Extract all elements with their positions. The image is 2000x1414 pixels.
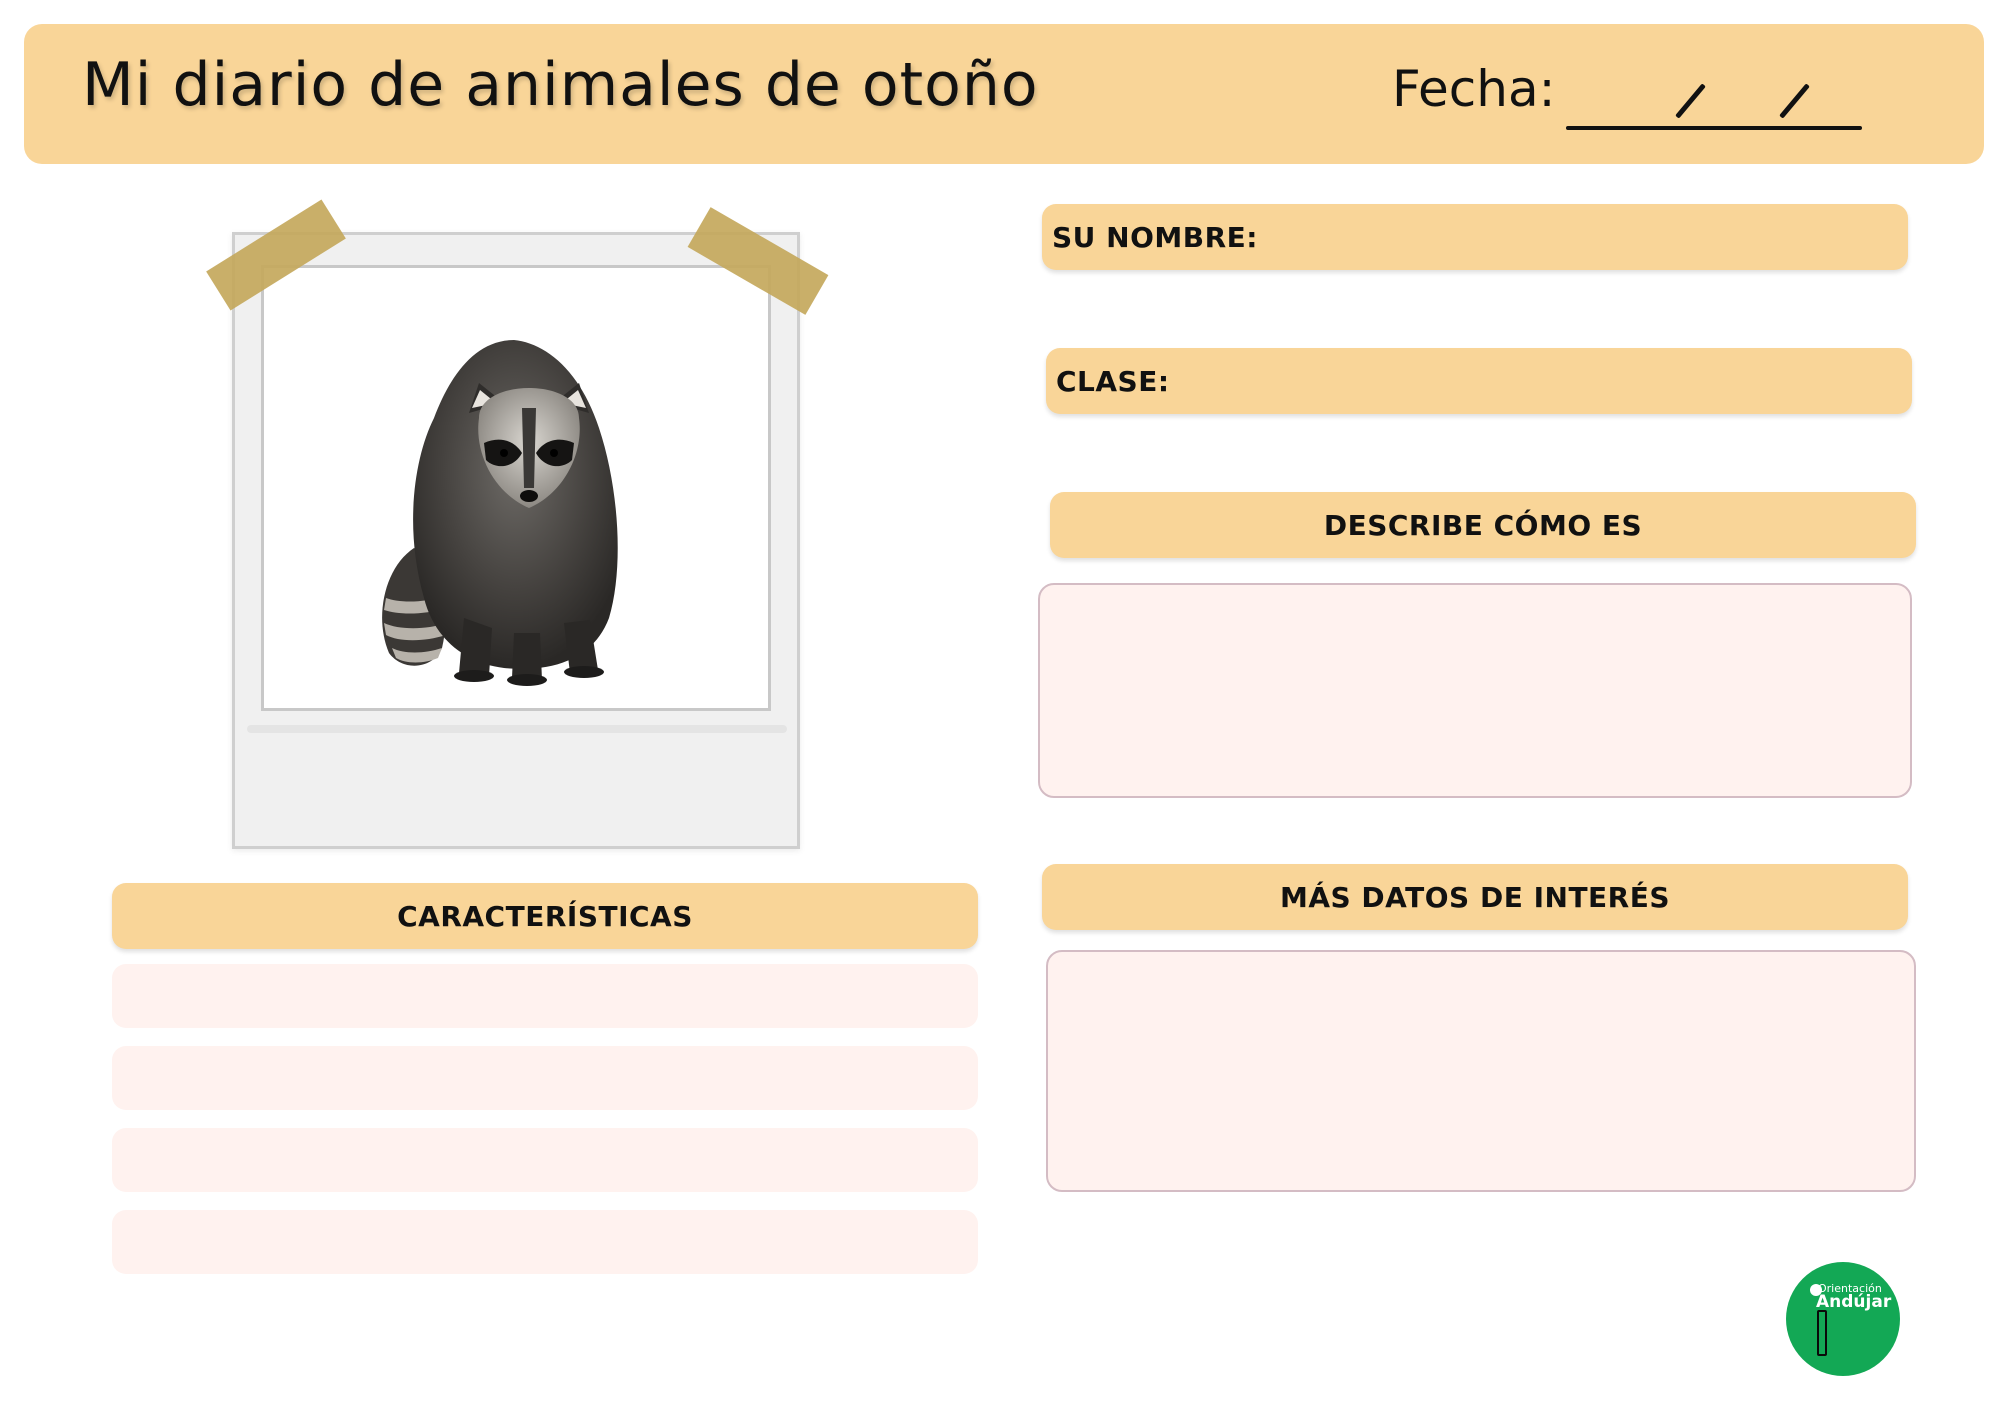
class-field[interactable]: CLASE:	[1046, 348, 1912, 414]
date-label: Fecha:	[1392, 60, 1556, 118]
logo-line-2: Andújar	[1816, 1292, 1892, 1312]
describe-answer-box[interactable]	[1038, 583, 1912, 798]
name-label: SU NOMBRE:	[1052, 220, 1258, 254]
pencil-icon	[1817, 1310, 1827, 1356]
describe-label: DESCRIBE CÓMO ES	[1323, 508, 1643, 542]
photo-area	[261, 265, 771, 711]
more-info-answer-box[interactable]	[1046, 950, 1916, 1192]
features-line-1[interactable]	[112, 964, 978, 1028]
page-title: Mi diario de animales de otoño	[82, 50, 1039, 120]
features-header: CARACTERÍSTICAS	[112, 883, 978, 949]
more-info-label: MÁS DATOS DE INTERÉS	[1279, 880, 1671, 914]
more-info-header: MÁS DATOS DE INTERÉS	[1042, 864, 1908, 930]
features-line-2[interactable]	[112, 1046, 978, 1110]
date-separator-1	[1675, 83, 1706, 119]
features-line-4[interactable]	[112, 1210, 978, 1274]
brand-logo: Orientación Andújar	[1786, 1262, 1900, 1376]
date-separator-2	[1779, 83, 1810, 119]
features-line-3[interactable]	[112, 1128, 978, 1192]
features-label: CARACTERÍSTICAS	[397, 899, 693, 933]
header-banner: Mi diario de animales de otoño Fecha:	[24, 24, 1984, 164]
polaroid-frame	[232, 232, 800, 849]
describe-header: DESCRIBE CÓMO ES	[1050, 492, 1916, 558]
date-input-line[interactable]	[1566, 126, 1862, 130]
class-label: CLASE:	[1056, 364, 1170, 398]
raccoon-photo	[382, 340, 618, 686]
polaroid-ledge	[247, 725, 787, 733]
name-field[interactable]: SU NOMBRE:	[1042, 204, 1908, 270]
